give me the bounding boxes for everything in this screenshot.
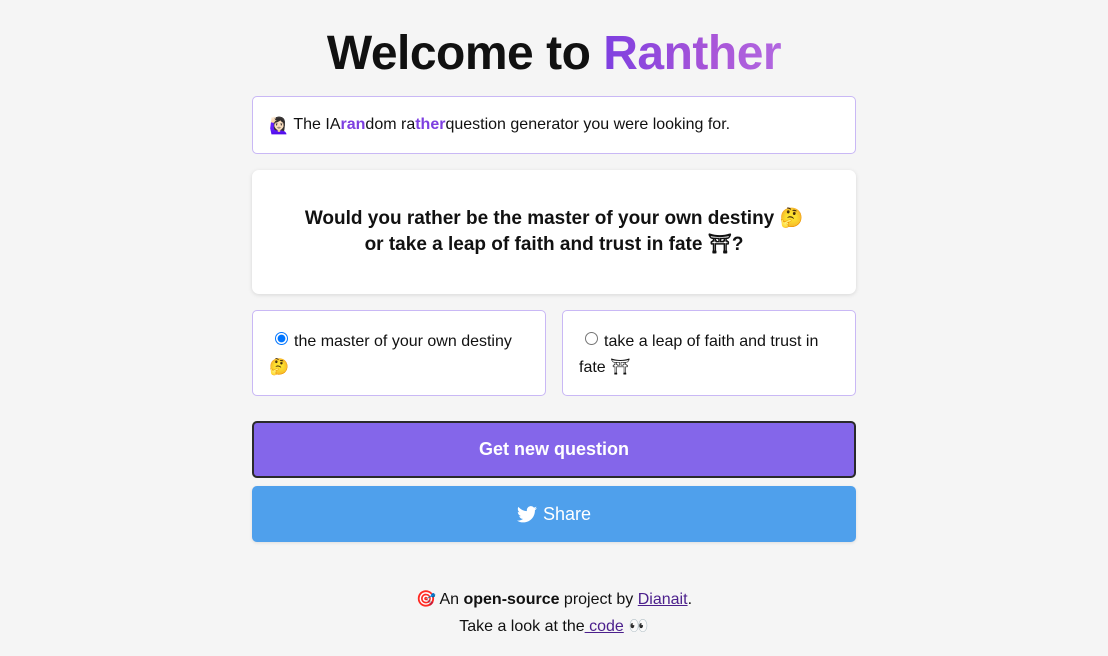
option-2-label: take a leap of faith and trust in fate ⛩	[579, 333, 819, 376]
raising-hand-icon: 🙋🏻‍♀️	[269, 115, 289, 135]
options-group: the master of your own destiny 🤔 take a …	[252, 310, 856, 396]
footer-line2-text: Take a look at the	[459, 618, 585, 635]
question-line-2: or take a leap of faith and trust in fat…	[364, 234, 744, 255]
title-prefix: Welcome to	[326, 27, 604, 80]
code-link[interactable]: code	[585, 618, 624, 635]
footer-open-source: open-source	[463, 591, 560, 608]
question-line-1: Would you rather be the master of your o…	[304, 208, 804, 229]
tagline-text-3: question generator you were looking for.	[445, 116, 731, 133]
tagline-box: 🙋🏻‍♀️ The IA ran dom ra ther question gene…	[252, 96, 856, 154]
twitter-icon	[516, 505, 537, 522]
brand-name: Ranther	[603, 27, 782, 80]
footer-text-2: project by	[559, 591, 638, 608]
footer-text-1: An	[435, 591, 464, 608]
question-card: Would you rather be the master of your o…	[252, 170, 856, 294]
share-label: Share	[542, 503, 592, 524]
footer-line-1: 🎯 An open-source project by Dianait.	[252, 586, 856, 613]
tagline-text-2: dom ra	[365, 116, 416, 133]
footer-text-3: .	[687, 591, 693, 608]
option-1-radio[interactable]	[275, 332, 288, 346]
option-1-label: the master of your own destiny 🤔	[269, 333, 512, 376]
target-icon: 🎯	[415, 589, 436, 608]
get-new-question-button[interactable]: Get new question	[252, 421, 856, 478]
tagline-text-1: The IA	[293, 116, 341, 133]
share-button[interactable]: Share	[252, 486, 856, 542]
footer: 🎯 An open-source project by Dianait. Tak…	[252, 586, 856, 640]
tagline-highlight-2: ther	[415, 116, 446, 133]
option-2-radio[interactable]	[585, 332, 598, 346]
option-card-1[interactable]: the master of your own destiny 🤔	[252, 310, 546, 396]
tagline-highlight-1: ran	[340, 116, 366, 133]
app-container: Welcome to Ranther 🙋🏻‍♀️ The IA ran dom r…	[252, 0, 856, 640]
footer-line-2: Take a look at the code 👀	[252, 613, 856, 640]
page-title: Welcome to Ranther	[252, 0, 856, 82]
eyes-icon: 👀	[623, 616, 649, 635]
option-card-2[interactable]: take a leap of faith and trust in fate ⛩	[562, 310, 856, 396]
author-link[interactable]: Dianait	[638, 591, 688, 608]
